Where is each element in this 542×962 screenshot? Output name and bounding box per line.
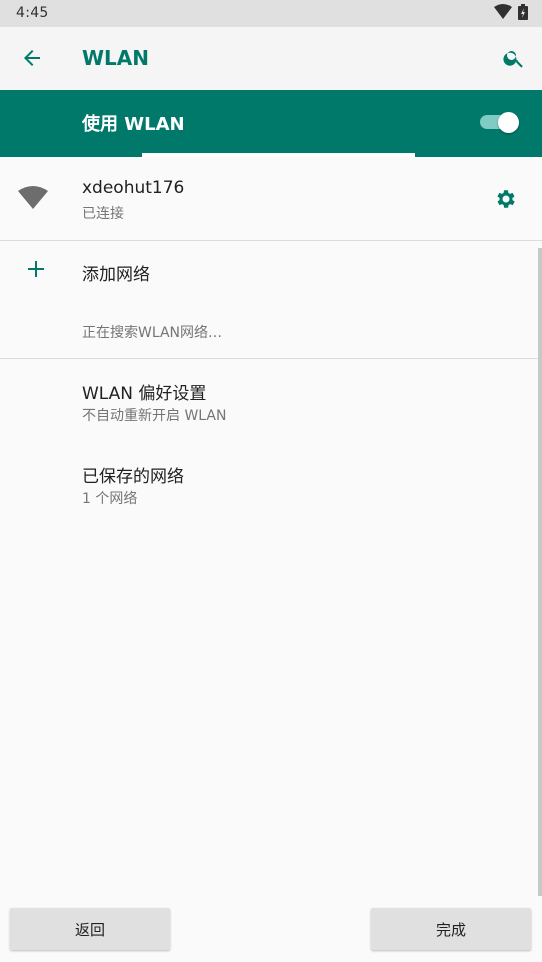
wlan-master-label: 使用 WLAN [82,114,185,135]
gear-icon [497,190,515,208]
connected-network-row[interactable]: xdeohut176 已连接 [0,157,542,240]
network-settings-button[interactable] [494,187,518,215]
status-time: 4:45 [16,5,49,21]
plus-icon [26,259,46,283]
arrow-left-icon [24,50,40,66]
toggle-thumb [498,112,519,133]
page-title: WLAN [82,46,150,70]
network-status: 已连接 [82,206,124,222]
back-text-button[interactable]: 返回 [10,908,170,950]
battery-icon [518,4,528,24]
wifi-signal-icon [18,185,48,213]
status-icons [494,4,528,24]
wlan-toggle[interactable] [480,112,520,133]
wlan-master-switch-bar[interactable]: 使用 WLAN [0,90,542,153]
status-bar: 4:45 [0,0,542,27]
wlan-preferences-title: WLAN 偏好设置 [82,384,207,404]
searching-status-text: 正在搜索WLAN网络… [82,325,223,341]
search-icon [503,51,523,68]
add-network-row[interactable]: 添加网络 [0,241,542,299]
wifi-icon [494,4,512,24]
add-network-label: 添加网络 [82,265,150,285]
saved-networks-row[interactable]: 已保存的网络 1 个网络 [0,441,542,521]
back-button[interactable] [12,38,52,78]
saved-networks-subtitle: 1 个网络 [82,491,138,507]
wlan-preferences-row[interactable]: WLAN 偏好设置 不自动重新开启 WLAN [0,359,542,439]
done-button[interactable]: 完成 [371,908,531,950]
saved-networks-title: 已保存的网络 [82,467,184,487]
scrollbar[interactable] [538,248,542,896]
wlan-preferences-subtitle: 不自动重新开启 WLAN [82,408,227,424]
network-name: xdeohut176 [82,178,185,198]
app-bar: WLAN [0,27,542,90]
search-button[interactable] [494,38,534,78]
